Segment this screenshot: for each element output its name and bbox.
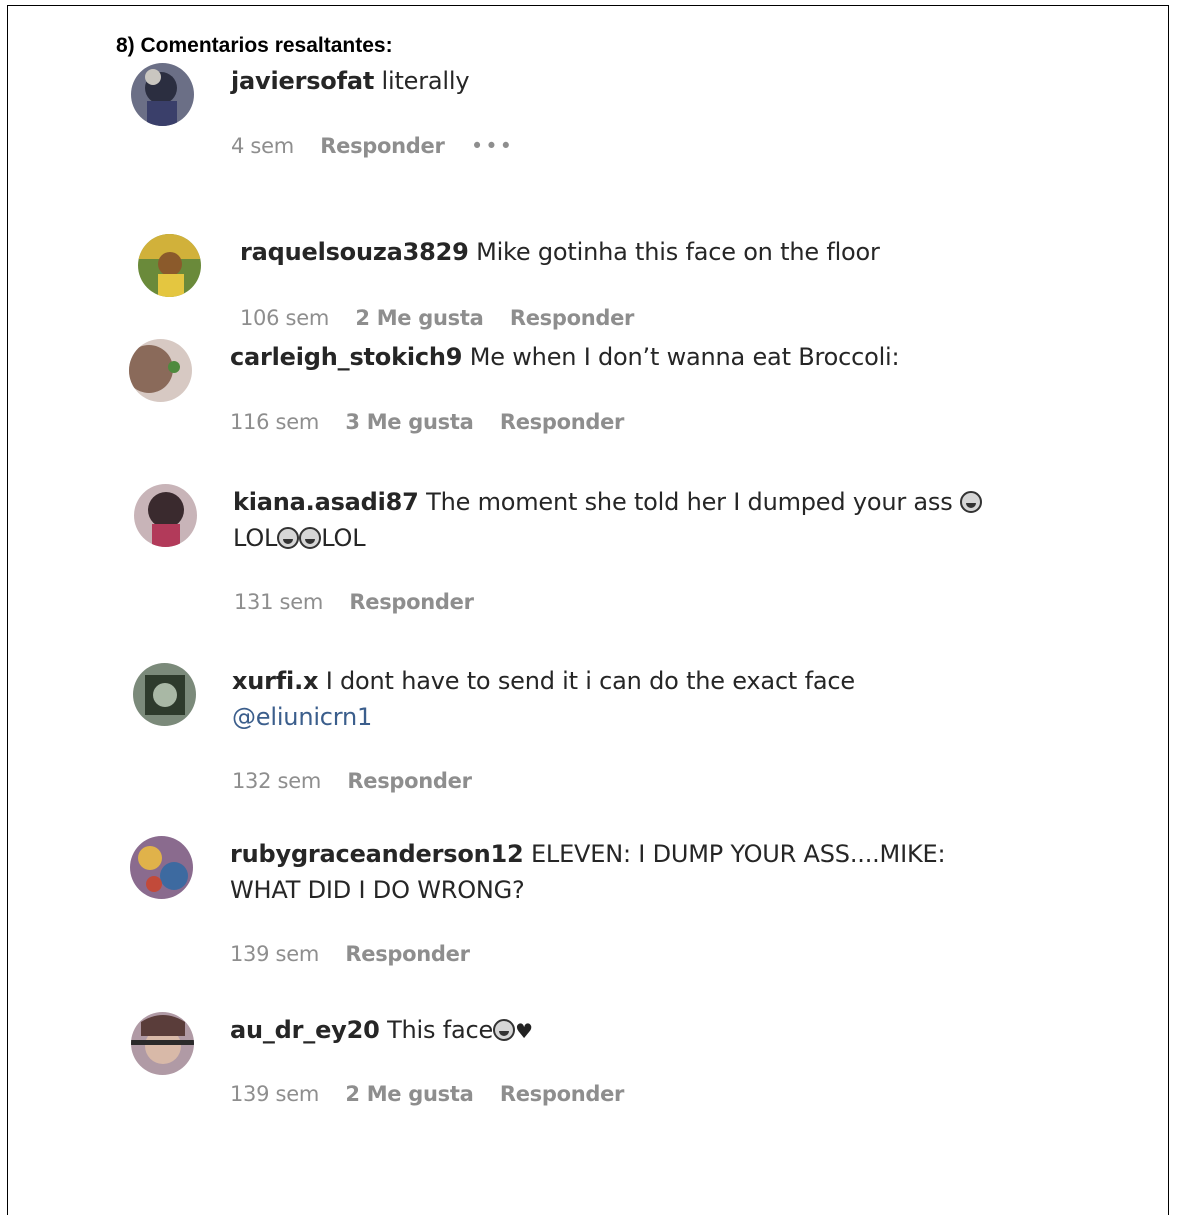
likes-count[interactable]: 2 Me gusta [345,1082,473,1106]
more-options-icon[interactable]: ••• [471,134,514,158]
comment-time[interactable]: 139 sem [230,1082,319,1106]
black-heart-icon: ♥ [515,1019,533,1043]
comment-time[interactable]: 139 sem [230,942,319,966]
comment-meta-3: 116 sem 3 Me gusta Responder [230,410,644,434]
comment-body-line2: WHAT DID I DO WRONG? [230,876,525,904]
comment-time[interactable]: 116 sem [230,410,319,434]
comment-text-1: javiersofat literally [231,63,470,99]
reply-button[interactable]: Responder [510,306,635,330]
comment-text-5: xurfi.x I dont have to send it i can do … [232,663,855,735]
comment-body: Me when I don’t wanna eat Broccoli: [469,343,900,371]
comment-text-2: raquelsouza3829 Mike gotinha this face o… [240,234,880,270]
laughing-emoji-icon [277,527,300,549]
avatar-xurfi.x[interactable] [133,663,196,726]
avatar-kiana.asadi87[interactable] [134,484,197,547]
comment-time[interactable]: 131 sem [234,590,323,614]
comment-time[interactable]: 132 sem [232,769,321,793]
comment-body: I dont have to send it i can do the exac… [325,667,855,695]
comment-username[interactable]: xurfi.x [232,667,318,695]
mention-link[interactable]: @eliunicrn1 [232,703,372,731]
comment-body: This face [387,1016,494,1044]
reply-button[interactable]: Responder [320,134,445,158]
comment-time[interactable]: 106 sem [240,306,329,330]
laughing-emoji-icon [493,1019,516,1041]
reply-button[interactable]: Responder [349,590,474,614]
laughing-emoji-icon [959,491,982,513]
comment-text-3: carleigh_stokich9 Me when I don’t wanna … [230,339,900,375]
comment-username[interactable]: javiersofat [231,67,374,95]
comment-meta-2: 106 sem 2 Me gusta Responder [240,306,654,330]
comment-meta-1: 4 sem Responder ••• [231,134,534,158]
comment-time[interactable]: 4 sem [231,134,294,158]
reply-button[interactable]: Responder [500,410,625,434]
comment-meta-4: 131 sem Responder [234,590,494,614]
comment-username[interactable]: rubygraceanderson12 [230,840,524,868]
laughing-emoji-icon [299,527,322,549]
comment-meta-6: 139 sem Responder [230,942,490,966]
comment-username[interactable]: carleigh_stokich9 [230,343,463,371]
comment-body: literally [381,67,470,95]
comment-username[interactable]: kiana.asadi87 [233,488,419,516]
comment-meta-5: 132 sem Responder [232,769,492,793]
comment-text-4: kiana.asadi87 The moment she told her I … [233,484,982,556]
reply-button[interactable]: Responder [347,769,472,793]
avatar-carleigh_stokich9[interactable] [129,339,192,402]
reply-button[interactable]: Responder [345,942,470,966]
likes-count[interactable]: 2 Me gusta [355,306,483,330]
avatar-raquelsouza3829[interactable] [138,234,201,297]
likes-count[interactable]: 3 Me gusta [345,410,473,434]
comment-username[interactable]: raquelsouza3829 [240,238,469,266]
comment-body: Mike gotinha this face on the floor [476,238,880,266]
comment-body: ELEVEN: I DUMP YOUR ASS....MIKE: [530,840,946,868]
comment-text-7: au_dr_ey20 This face ♥ [230,1012,533,1049]
avatar-rubygraceanderson12[interactable] [130,836,193,899]
reply-button[interactable]: Responder [500,1082,625,1106]
comment-username[interactable]: au_dr_ey20 [230,1016,380,1044]
comment-meta-7: 139 sem 2 Me gusta Responder [230,1082,644,1106]
comment-body-line2: LOL [233,524,278,552]
avatar-au_dr_ey20[interactable] [131,1012,194,1075]
comment-body-line2-end: LOL [321,524,366,552]
section-heading: 8) Comentarios resaltantes: [116,34,393,57]
comment-body: The moment she told her I dumped your as… [426,488,953,516]
avatar-javiersofat[interactable] [131,63,194,126]
comment-text-6: rubygraceanderson12 ELEVEN: I DUMP YOUR … [230,836,946,908]
